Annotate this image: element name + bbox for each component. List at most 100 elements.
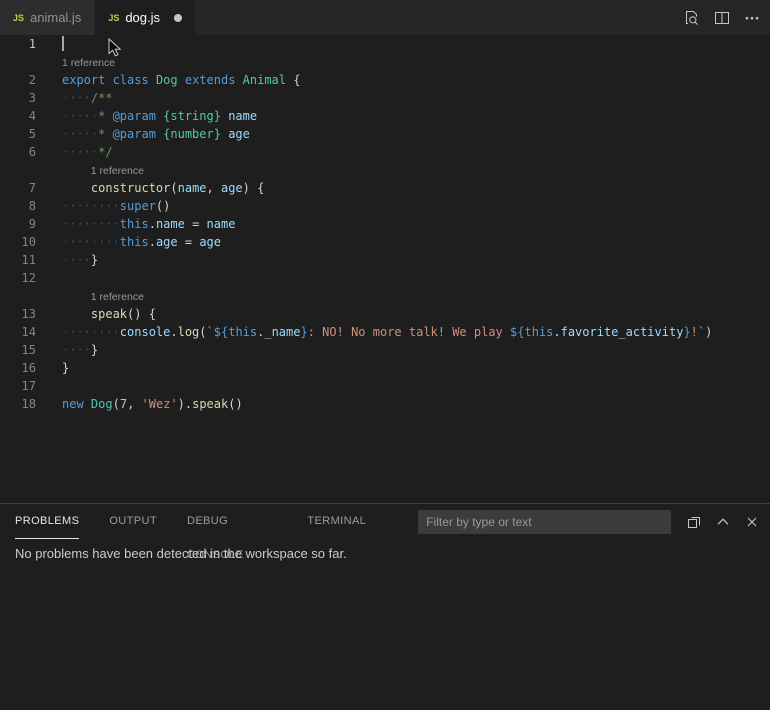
token: constructor [91, 181, 170, 195]
token: ····· [62, 109, 98, 123]
token: ( [113, 397, 120, 411]
token: ${ [214, 325, 228, 339]
line-number[interactable]: 11 [0, 251, 36, 269]
code-line[interactable]: 16} [0, 359, 770, 377]
token: /** [91, 91, 113, 105]
token: favorite_activity [561, 325, 684, 339]
text-cursor [62, 36, 64, 51]
code-line[interactable]: 7 constructor(name, age) { [0, 179, 770, 197]
line-number[interactable]: 6 [0, 143, 36, 161]
code-line[interactable]: 10········this.age = age [0, 233, 770, 251]
line-number[interactable]: 14 [0, 323, 36, 341]
code-text: ········super() [62, 197, 170, 215]
tab-animal-js[interactable]: JS animal.js [0, 0, 95, 35]
line-number[interactable]: 1 [0, 35, 36, 53]
code-line[interactable]: 4·····* @param {string} name [0, 107, 770, 125]
codelens-reference-link[interactable]: 1 reference [0, 161, 770, 179]
token: export [62, 73, 113, 87]
line-number[interactable]: 3 [0, 89, 36, 107]
more-actions-icon[interactable] [742, 8, 762, 28]
token: age [156, 235, 178, 249]
file-search-icon[interactable] [682, 8, 702, 28]
line-number[interactable]: 7 [0, 179, 36, 197]
token: new [62, 397, 91, 411]
token: . [170, 325, 177, 339]
token: this [120, 217, 149, 231]
token: log [178, 325, 200, 339]
token: Dog [156, 73, 185, 87]
chevron-up-icon[interactable] [713, 512, 733, 532]
code-line[interactable]: 1 [0, 35, 770, 53]
token: {string} [163, 109, 228, 123]
code-editor[interactable]: 11 reference2export class Dog extends An… [0, 35, 770, 503]
token: : NO! No more talk! We play [308, 325, 510, 339]
line-number[interactable]: 8 [0, 197, 36, 215]
token: */ [98, 145, 112, 159]
code-line[interactable]: 13 speak() { [0, 305, 770, 323]
token: . [553, 325, 560, 339]
code-line[interactable]: 14········console.log(`${this._name}: NO… [0, 323, 770, 341]
tab-dog-js[interactable]: JS dog.js [95, 0, 196, 35]
line-number[interactable]: 13 [0, 305, 36, 323]
token: 7 [120, 397, 127, 411]
panel-tab-terminal[interactable]: TERMINAL [307, 504, 366, 539]
token: * [98, 127, 112, 141]
tab-bar: JS animal.js JS dog.js [0, 0, 770, 35]
token: * [98, 109, 112, 123]
line-number[interactable]: 12 [0, 269, 36, 287]
code-line[interactable]: 3 ····/** [0, 89, 770, 107]
token: () { [127, 307, 156, 321]
line-number[interactable]: 4 [0, 107, 36, 125]
modified-dot-icon[interactable] [174, 14, 182, 22]
close-icon[interactable] [742, 512, 762, 532]
line-number[interactable]: 17 [0, 377, 36, 395]
code-line[interactable]: 6 ·····*/ [0, 143, 770, 161]
code-line[interactable]: 5·····* @param {number} age [0, 125, 770, 143]
code-line[interactable]: 12 [0, 269, 770, 287]
token: speak [192, 397, 228, 411]
token: Dog [91, 397, 113, 411]
codelens-reference-link[interactable]: 1 reference [0, 287, 770, 305]
codelens-reference-link[interactable]: 1 reference [0, 53, 770, 71]
token: ········ [62, 235, 120, 249]
code-text: ········this.name = name [62, 215, 235, 233]
panel-tab-problems[interactable]: PROBLEMS [15, 504, 79, 539]
token: ( [170, 181, 177, 195]
code-line[interactable]: 17 [0, 377, 770, 395]
token: age [199, 235, 221, 249]
code-text: ····} [62, 341, 98, 359]
token: ···· [62, 91, 91, 105]
code-text: ····/** [62, 89, 113, 107]
code-line[interactable]: 8 ········super() [0, 197, 770, 215]
javascript-file-icon: JS [108, 13, 119, 23]
token: ········ [62, 325, 120, 339]
panel-tab-debug-console[interactable]: DEBUG CONSOLE [187, 504, 277, 539]
token: ). [178, 397, 192, 411]
line-number[interactable]: 16 [0, 359, 36, 377]
token: console [120, 325, 171, 339]
code-line[interactable]: 15 ····} [0, 341, 770, 359]
code-text: ·····*/ [62, 143, 113, 161]
code-line[interactable]: 9 ········this.name = name [0, 215, 770, 233]
token: name [207, 217, 236, 231]
code-line[interactable]: 18new Dog(7, 'Wez').speak() [0, 395, 770, 413]
split-editor-icon[interactable] [712, 8, 732, 28]
collapse-all-icon[interactable] [684, 512, 704, 532]
problems-filter-input[interactable] [418, 510, 671, 534]
line-number[interactable]: 9 [0, 215, 36, 233]
line-number[interactable]: 5 [0, 125, 36, 143]
line-number[interactable]: 2 [0, 71, 36, 89]
panel-tab-output[interactable]: OUTPUT [109, 504, 157, 539]
code-text: new Dog(7, 'Wez').speak() [62, 395, 243, 413]
token: } [300, 325, 307, 339]
code-line[interactable]: 11····} [0, 251, 770, 269]
code-line[interactable]: 2export class Dog extends Animal { [0, 71, 770, 89]
token: !` [691, 325, 705, 339]
line-number[interactable]: 10 [0, 233, 36, 251]
token: this [228, 325, 257, 339]
token: this [120, 235, 149, 249]
line-number[interactable]: 18 [0, 395, 36, 413]
token: . [149, 235, 156, 249]
token: this [524, 325, 553, 339]
line-number[interactable]: 15 [0, 341, 36, 359]
